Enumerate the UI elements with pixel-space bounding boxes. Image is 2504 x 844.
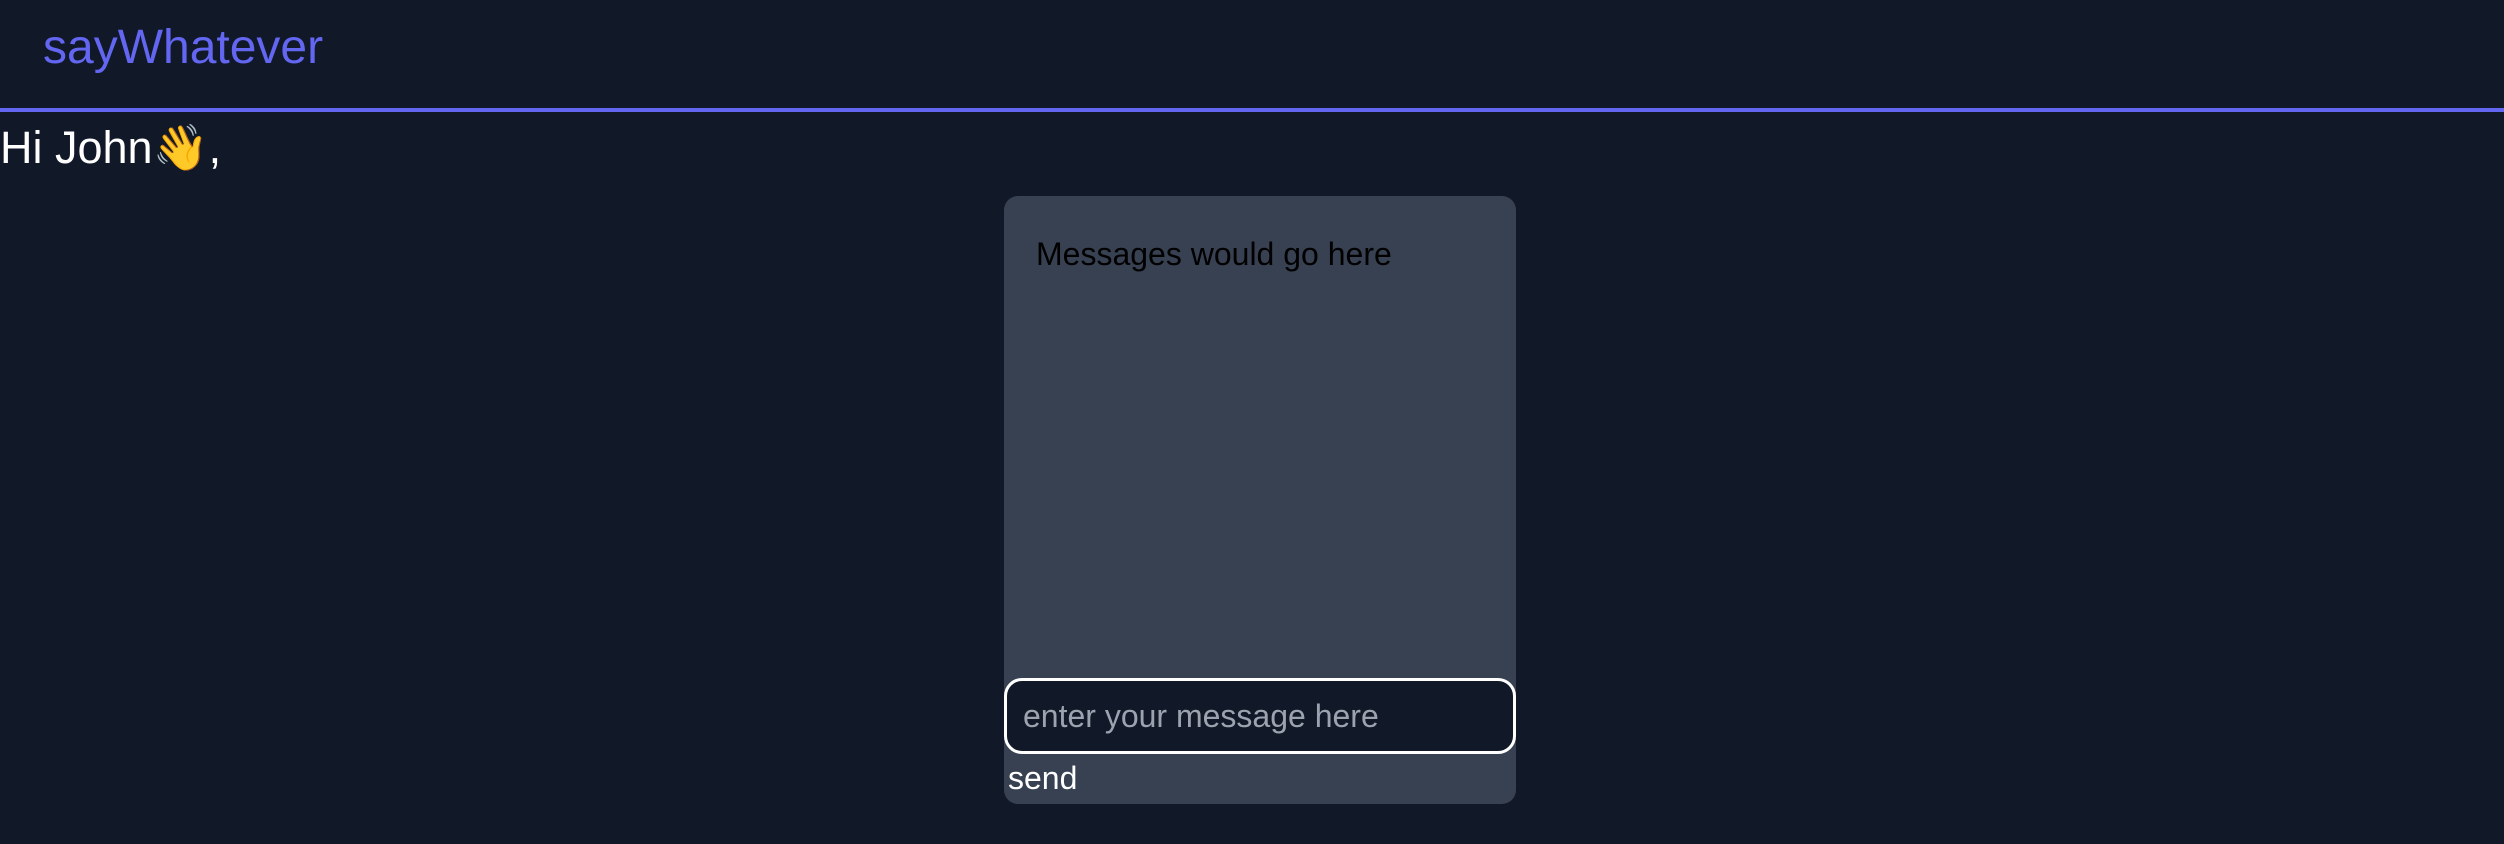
greeting-text: Hi John👋,: [0, 122, 222, 173]
navbar: sayWhatever: [0, 0, 2504, 112]
message-input[interactable]: [1004, 678, 1516, 754]
send-button[interactable]: send: [1008, 758, 1077, 798]
brand-logo-link[interactable]: sayWhatever: [43, 18, 323, 78]
chat-panel: Messages would go here send: [1004, 196, 1516, 804]
messages-area: Messages would go here: [1036, 236, 1392, 272]
